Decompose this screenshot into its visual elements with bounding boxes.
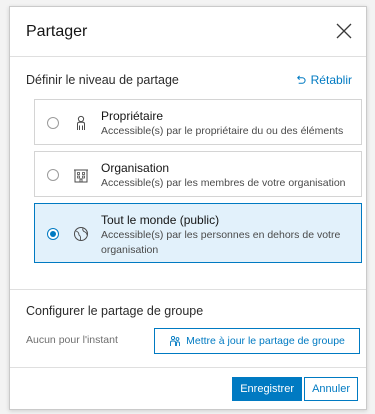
dialog-footer: Enregistrer Annuler bbox=[10, 367, 366, 409]
cancel-button[interactable]: Annuler bbox=[304, 377, 358, 401]
radio-owner[interactable] bbox=[47, 117, 59, 129]
organization-icon bbox=[73, 167, 89, 183]
close-icon[interactable] bbox=[334, 21, 354, 41]
sharing-level-label: Définir le niveau de partage bbox=[26, 73, 179, 87]
sharing-option-organization[interactable]: Organisation Accessible(s) par les membr… bbox=[34, 151, 362, 197]
reset-button[interactable]: Rétablir bbox=[295, 73, 352, 87]
group-sharing-section: Configurer le partage de groupe Aucun po… bbox=[10, 289, 366, 369]
option-title: Propriétaire bbox=[101, 109, 164, 123]
option-title: Tout le monde (public) bbox=[101, 213, 220, 227]
option-description: Accessible(s) par le propriétaire du ou … bbox=[101, 125, 344, 137]
option-title: Organisation bbox=[101, 161, 170, 175]
option-description: Accessible(s) par les membres de votre o… bbox=[101, 177, 346, 189]
group-icon bbox=[170, 335, 181, 346]
reset-label: Rétablir bbox=[310, 73, 352, 87]
sharing-option-owner[interactable]: Propriétaire Accessible(s) par le propri… bbox=[34, 99, 362, 145]
option-description: Accessible(s) par les personnes en dehor… bbox=[101, 229, 341, 256]
dialog-header: Partager bbox=[10, 7, 366, 57]
globe-icon bbox=[73, 226, 89, 242]
undo-icon bbox=[296, 75, 306, 84]
share-dialog: Partager Définir le niveau de partage Ré… bbox=[9, 6, 367, 410]
save-button[interactable]: Enregistrer bbox=[232, 377, 302, 401]
group-sharing-status: Aucun pour l'instant bbox=[26, 334, 118, 346]
sharing-option-public[interactable]: Tout le monde (public) Accessible(s) par… bbox=[34, 203, 362, 263]
radio-organization[interactable] bbox=[47, 169, 59, 181]
dialog-title: Partager bbox=[26, 23, 88, 40]
radio-public[interactable] bbox=[47, 228, 59, 240]
update-group-sharing-button[interactable]: Mettre à jour le partage de groupe bbox=[154, 328, 360, 354]
group-sharing-title: Configurer le partage de groupe bbox=[26, 304, 204, 318]
user-icon bbox=[73, 115, 89, 131]
update-group-sharing-label: Mettre à jour le partage de groupe bbox=[186, 335, 345, 347]
